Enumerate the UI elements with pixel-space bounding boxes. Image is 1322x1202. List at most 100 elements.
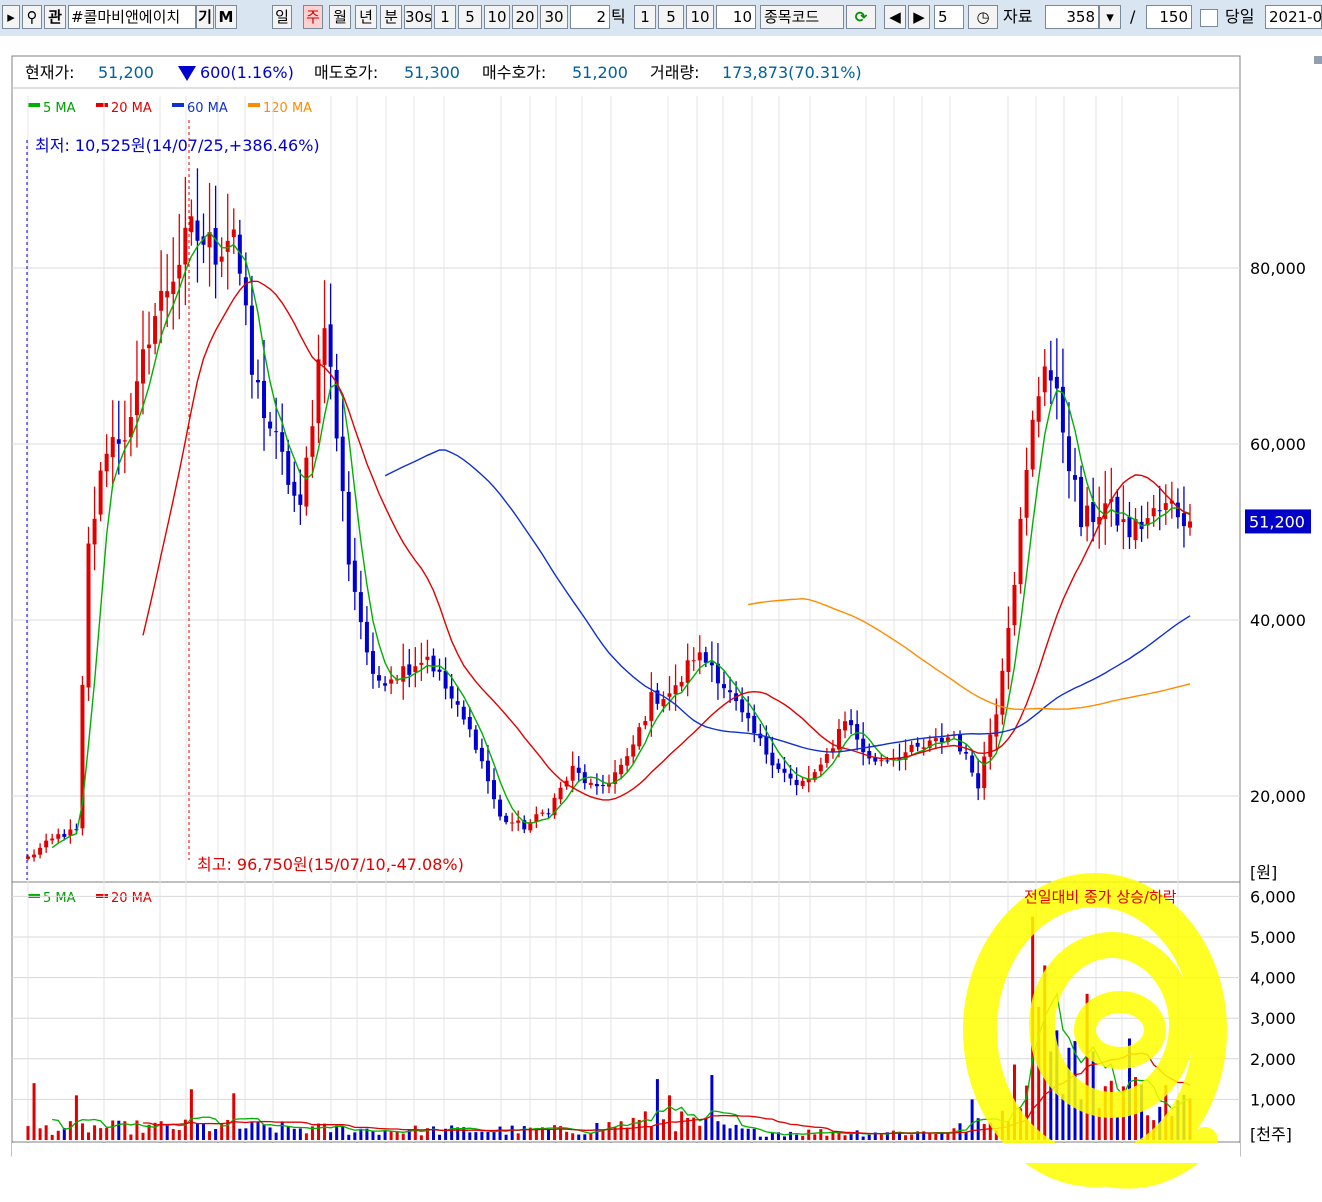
volume-bar bbox=[583, 1134, 587, 1140]
legend-vol-ma5: 5 MA bbox=[43, 891, 76, 906]
date-input[interactable]: 2021-0 bbox=[1265, 5, 1322, 29]
volume-bar bbox=[625, 1127, 629, 1140]
prev-arrow-icon[interactable]: ◀ bbox=[884, 5, 906, 29]
volume-bar bbox=[740, 1128, 744, 1140]
clock-icon[interactable]: ◷ bbox=[968, 5, 998, 29]
period-button[interactable]: 주 bbox=[303, 5, 323, 29]
candle-body bbox=[140, 349, 145, 384]
panel-grip-icon[interactable] bbox=[1314, 56, 1322, 64]
data-count-select[interactable]: 358 bbox=[1045, 5, 1099, 29]
candle-body bbox=[116, 439, 121, 444]
candle-body bbox=[976, 773, 981, 789]
volume-bar bbox=[910, 1134, 914, 1140]
tick-count-input[interactable]: 2 bbox=[570, 5, 610, 29]
candle-body bbox=[679, 682, 684, 687]
m-button[interactable]: M bbox=[215, 5, 237, 29]
period-button[interactable]: 30s bbox=[404, 5, 432, 29]
candle-body bbox=[213, 227, 218, 265]
step-input[interactable]: 5 bbox=[934, 5, 964, 29]
period-button[interactable]: 분 bbox=[380, 5, 402, 29]
candle-body bbox=[600, 785, 605, 787]
candle-body bbox=[304, 457, 309, 507]
tick-value-input[interactable]: 10 bbox=[716, 5, 756, 29]
price-tick-label: 80,000 bbox=[1250, 259, 1306, 278]
candle-body bbox=[504, 815, 509, 823]
candle-body bbox=[419, 662, 424, 665]
candle-body bbox=[1066, 436, 1071, 472]
volume-bar bbox=[50, 1134, 54, 1140]
price-tick-label: 60,000 bbox=[1250, 435, 1306, 454]
candle-body bbox=[255, 379, 260, 383]
volume-bar bbox=[710, 1075, 714, 1140]
candle-body bbox=[104, 453, 109, 472]
candle-body bbox=[958, 734, 963, 752]
candle-body bbox=[328, 324, 333, 367]
candle-body bbox=[1048, 370, 1053, 381]
candle-body bbox=[56, 834, 61, 839]
candle-body bbox=[310, 426, 315, 457]
period-button[interactable]: 5 bbox=[458, 5, 482, 29]
volume-bar bbox=[177, 1130, 181, 1140]
volume-bar bbox=[256, 1121, 260, 1140]
dropdown-arrow-icon[interactable]: ▾ bbox=[1099, 5, 1121, 29]
refresh-icon[interactable]: ⟳ bbox=[846, 5, 876, 29]
candle-body bbox=[1012, 584, 1017, 626]
volume-bar bbox=[165, 1124, 169, 1140]
candle-body bbox=[1000, 670, 1005, 715]
bid-price: 51,200 bbox=[572, 63, 628, 82]
volume-bar bbox=[546, 1129, 550, 1140]
view-count-input[interactable]: 150 bbox=[1146, 5, 1192, 29]
volume-bar bbox=[819, 1129, 823, 1140]
candle-body bbox=[377, 675, 382, 681]
candle-body bbox=[165, 291, 170, 298]
candle-body bbox=[594, 783, 599, 787]
tick-step-button[interactable]: 10 bbox=[686, 5, 714, 29]
volume-bar bbox=[704, 1117, 708, 1140]
volume-bar bbox=[317, 1123, 320, 1140]
candle-body bbox=[262, 380, 267, 419]
volume-bar bbox=[813, 1134, 817, 1140]
volume-bar bbox=[323, 1123, 327, 1140]
volume-bar bbox=[280, 1121, 284, 1140]
period-button[interactable]: 월 bbox=[329, 5, 351, 29]
volume-bar bbox=[649, 1126, 653, 1140]
volume-bar bbox=[99, 1128, 103, 1140]
search-icon[interactable]: ⚲ bbox=[22, 5, 42, 29]
candle-body bbox=[249, 305, 254, 375]
candle-body bbox=[643, 720, 648, 726]
stock-code-input[interactable]: 종목코드 bbox=[760, 5, 844, 29]
candle-body bbox=[939, 737, 944, 743]
today-checkbox[interactable] bbox=[1200, 9, 1218, 27]
volume-bar bbox=[395, 1131, 399, 1140]
interest-button[interactable]: 관 bbox=[44, 5, 66, 29]
period-button[interactable]: 30 bbox=[540, 5, 568, 29]
candle-body bbox=[449, 686, 454, 699]
volume-bar bbox=[879, 1134, 883, 1140]
next-arrow-icon[interactable]: ▶ bbox=[908, 5, 930, 29]
play-icon[interactable]: ▸ bbox=[2, 5, 20, 29]
period-button[interactable]: 1 bbox=[434, 5, 456, 29]
stock-search-input[interactable]: #콜마비앤에이치 bbox=[68, 5, 196, 29]
period-button[interactable]: 년 bbox=[355, 5, 377, 29]
period-button[interactable]: 20 bbox=[512, 5, 538, 29]
volume-bar bbox=[728, 1128, 732, 1140]
volume-bar bbox=[26, 1126, 30, 1140]
period-button[interactable]: 일 bbox=[272, 5, 292, 29]
volume-bar bbox=[32, 1083, 36, 1140]
candle-body bbox=[516, 820, 521, 823]
volume-bar bbox=[843, 1135, 847, 1140]
candle-body bbox=[92, 518, 97, 545]
volume-bar bbox=[214, 1129, 218, 1140]
candle-body bbox=[855, 724, 860, 740]
tick-step-button[interactable]: 1 bbox=[634, 5, 656, 29]
price-label: 현재가: bbox=[25, 63, 75, 82]
tick-step-button[interactable]: 5 bbox=[658, 5, 684, 29]
volume-bar bbox=[643, 1111, 647, 1140]
volume-bar bbox=[274, 1132, 278, 1140]
gi-button[interactable]: 기 bbox=[196, 5, 214, 29]
volume-bar bbox=[117, 1120, 121, 1140]
period-button[interactable]: 10 bbox=[484, 5, 510, 29]
slash-label: / bbox=[1130, 7, 1136, 26]
volume-bar bbox=[74, 1095, 78, 1140]
volume-bar bbox=[934, 1133, 938, 1140]
